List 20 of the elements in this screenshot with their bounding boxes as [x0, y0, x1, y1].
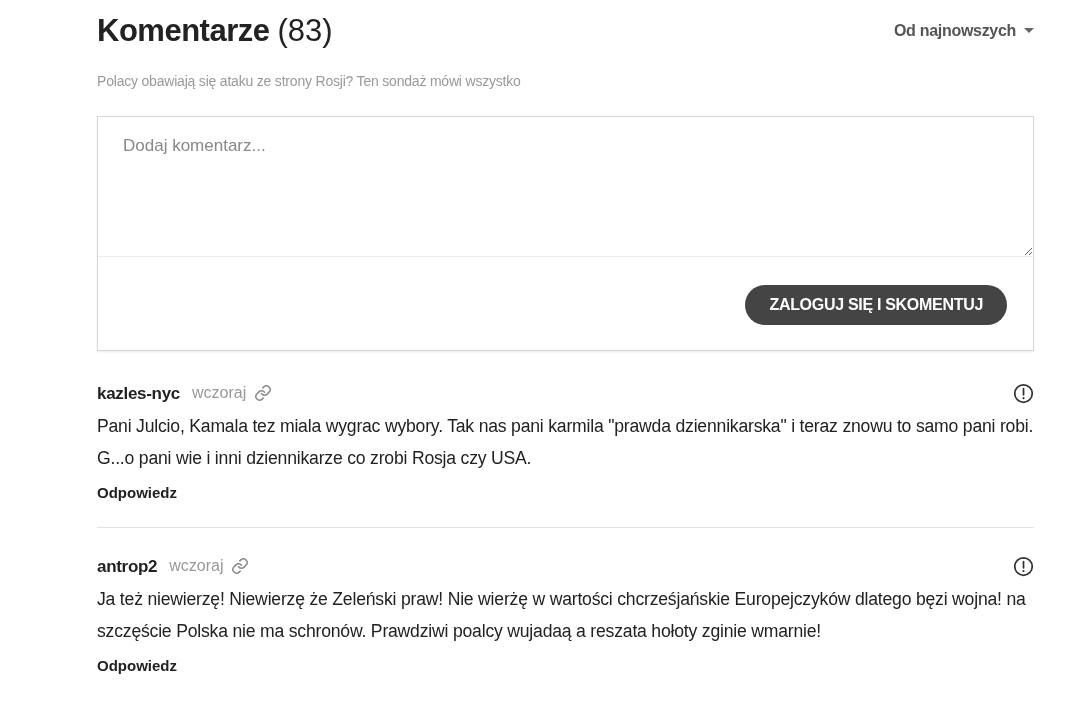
comment-author[interactable]: kazles-nyc: [97, 380, 180, 406]
link-icon[interactable]: [231, 557, 250, 576]
comment-text: Ja też niewierzę! Niewierzę że Zeleński praw! Nie wierżę w wartości chcrześjańskie Europejczyków dlatego bęzi wojna! na szczęście Polska nie ma schronów. Prawdziwi poalcy wujadaą a reszata hołoty zginie wmarnie!: [97, 588, 1027, 643]
comment-count: (83): [277, 12, 333, 50]
reply-link[interactable]: Odpowiedz: [97, 655, 177, 678]
comments-title: Komentarze: [97, 12, 270, 50]
comment-time: wczoraj: [169, 556, 224, 577]
report-icon[interactable]: [1013, 382, 1034, 404]
comment-text: Pani Julcio, Kamala tez miala wygrac wybory. Tak nas pani karmila "prawda dziennikarska" i teraz znowu to samo pani robi. G...o pani wie i inni dziennikarze co zrobi Rosja czy USA.: [97, 415, 1034, 470]
link-icon[interactable]: [254, 384, 273, 403]
caret-icon: [1024, 28, 1034, 35]
comment-time: wczoraj: [192, 383, 247, 404]
login-comment-button[interactable]: ZALOGUJ SIĘ I SKOMENTUJ: [745, 284, 1007, 325]
report-icon[interactable]: [1013, 555, 1034, 577]
reply-link[interactable]: Odpowiedz: [97, 482, 177, 505]
sort-dropdown[interactable]: Od najnowszych: [893, 19, 1034, 44]
comment-author[interactable]: antrop2: [97, 553, 158, 579]
article-title: Polacy obawiają się ataku ze strony Rosji? Ten sondaż mówi wszystko: [97, 71, 522, 91]
comment-field[interactable]: Dodaj komentarz...: [98, 116, 1033, 257]
comment-form[interactable]: Dodaj komentarz... ZALOGUJ SIĘ I SKOMENTUJ: [97, 115, 1034, 351]
